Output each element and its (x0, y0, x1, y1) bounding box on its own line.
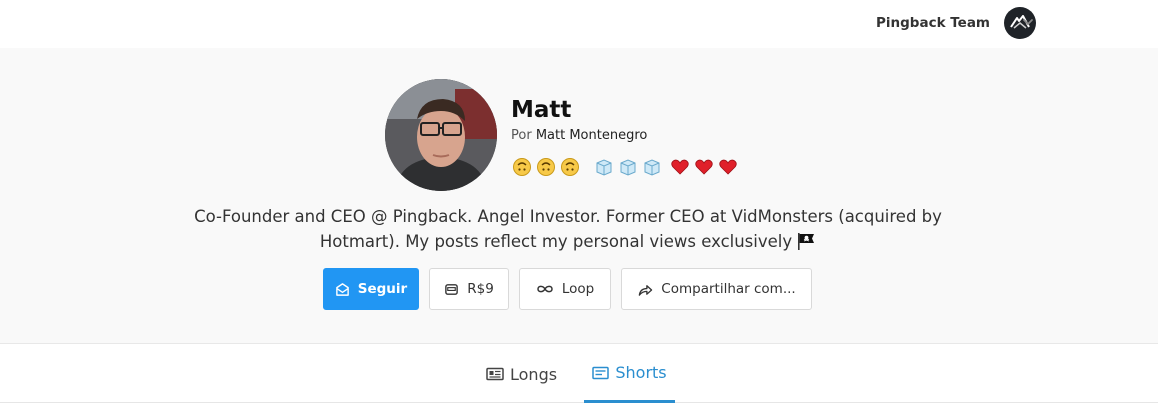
support-icon (445, 283, 459, 295)
content-tabs: Longs Shorts (0, 345, 1158, 403)
profile-photo (385, 79, 497, 191)
share-icon (639, 284, 653, 296)
bio-text: Co-Founder and CEO @ Pingback. Angel Inv… (194, 207, 942, 251)
share-label: Compartilhar com... (661, 281, 796, 297)
action-buttons: Seguir R$9 Loop Compartilhar com... (323, 268, 812, 310)
share-button[interactable]: Compartilhar com... (621, 268, 812, 310)
tab-shorts-label: Shorts (615, 363, 667, 382)
profile-header: Matt Por Matt Montenegro Co-Founder and … (0, 48, 1158, 344)
red-heart-icon (671, 159, 689, 175)
top-bar: Pingback Team (0, 0, 1158, 48)
ice-cube-icon (644, 159, 660, 176)
team-switcher[interactable]: Pingback Team (876, 0, 1036, 46)
ice-cube-icon (620, 159, 636, 176)
red-heart-icon (719, 159, 737, 175)
support-price-button[interactable]: R$9 (429, 268, 509, 310)
newspaper-icon (486, 367, 504, 381)
red-heart-icon (695, 159, 713, 175)
price-label: R$9 (467, 281, 494, 297)
avatar (385, 79, 497, 191)
pirate-flag-icon (798, 233, 815, 250)
upside-down-face-icon (561, 158, 579, 176)
card-icon (592, 366, 610, 379)
follow-button[interactable]: Seguir (323, 268, 419, 310)
team-name[interactable]: Pingback Team (876, 15, 990, 31)
byline-prefix: Por (511, 128, 532, 143)
tab-longs-label: Longs (510, 364, 558, 384)
tab-longs[interactable]: Longs (486, 345, 557, 403)
author-name[interactable]: Matt Montenegro (536, 128, 648, 143)
byline: Por Matt Montenegro (511, 128, 647, 143)
mail-icon (335, 282, 349, 296)
badges-row (512, 156, 742, 178)
upside-down-face-icon (537, 158, 555, 176)
profile-name: Matt (511, 97, 572, 123)
profile-bio: Co-Founder and CEO @ Pingback. Angel Inv… (190, 204, 946, 254)
loop-label: Loop (561, 281, 595, 297)
chevron-down-icon[interactable] (1022, 16, 1034, 28)
infinity-icon (537, 285, 553, 293)
ice-cube-icon (596, 159, 612, 176)
tab-shorts[interactable]: Shorts (584, 345, 675, 403)
loop-button[interactable]: Loop (519, 268, 611, 310)
follow-label: Seguir (357, 281, 408, 297)
upside-down-face-icon (513, 158, 531, 176)
